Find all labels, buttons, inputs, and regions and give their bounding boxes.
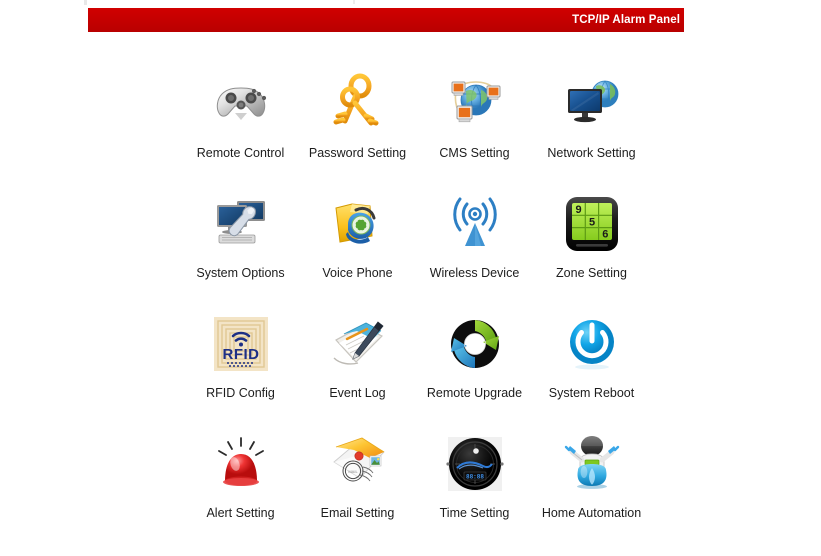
menu-item-cms-setting[interactable]: CMS Setting: [416, 72, 533, 192]
monitor-globe-icon: [560, 72, 624, 136]
menu-item-voice-phone[interactable]: Voice Phone: [299, 192, 416, 312]
menu-item-label: Wireless Device: [429, 266, 520, 280]
menu-item-label: Home Automation: [541, 506, 642, 520]
rfid-tag-icon: RFID: [209, 312, 273, 376]
menu-item-system-options[interactable]: System Options: [182, 192, 299, 312]
menu-item-password-setting[interactable]: Password Setting: [299, 72, 416, 192]
menu-item-label: RFID Config: [206, 386, 275, 400]
gamepad-icon: [209, 72, 273, 136]
svg-text:5: 5: [588, 216, 594, 228]
menu-item-time-setting[interactable]: 88:88 Time Setting: [416, 432, 533, 552]
robot-icon: [560, 432, 624, 496]
svg-text:6: 6: [602, 229, 608, 241]
top-edge-artifact: [84, 0, 87, 5]
top-edge-artifact-secondary: [353, 0, 355, 4]
keypad-grid-icon: 9 5 6: [560, 192, 624, 256]
network-globe-computers-icon: [443, 72, 507, 136]
menu-item-label: Time Setting: [439, 506, 510, 520]
antenna-signal-icon: [443, 192, 507, 256]
menu-item-label: Voice Phone: [322, 266, 393, 280]
menu-item-wireless-device[interactable]: Wireless Device: [416, 192, 533, 312]
menu-item-label: Remote Control: [196, 146, 285, 160]
monitors-wrench-icon: [209, 192, 273, 256]
menu-item-label: Remote Upgrade: [426, 386, 523, 400]
menu-item-label: Zone Setting: [556, 266, 627, 280]
svg-text:9: 9: [575, 204, 581, 216]
menu-item-label: System Options: [196, 266, 285, 280]
svg-text:MAIL: MAIL: [348, 469, 358, 474]
menu-item-label: Network Setting: [547, 146, 636, 160]
watch-clock-icon: 88:88: [443, 432, 507, 496]
menu-item-rfid-config[interactable]: RFID RFID Config: [182, 312, 299, 432]
menu-item-label: Password Setting: [308, 146, 407, 160]
menu-item-label: CMS Setting: [439, 146, 510, 160]
menu-item-label: System Reboot: [548, 386, 635, 400]
menu-item-home-automation[interactable]: Home Automation: [533, 432, 650, 552]
menu-item-alert-setting[interactable]: Alert Setting: [182, 432, 299, 552]
circular-arrows-icon: [443, 312, 507, 376]
main-menu-grid: Remote Control Password Setting CMS Sett…: [182, 72, 652, 552]
siren-light-icon: [209, 432, 273, 496]
menu-item-label: Alert Setting: [206, 506, 275, 520]
menu-item-email-setting[interactable]: MAIL Email Setting: [299, 432, 416, 552]
menu-item-label: Event Log: [329, 386, 386, 400]
keys-icon: [326, 72, 390, 136]
menu-item-network-setting[interactable]: Network Setting: [533, 72, 650, 192]
menu-item-remote-upgrade[interactable]: Remote Upgrade: [416, 312, 533, 432]
svg-text:88:88: 88:88: [465, 473, 483, 480]
page-title-bar: TCP/IP Alarm Panel: [88, 8, 684, 32]
folder-phone-icon: [326, 192, 390, 256]
menu-item-label: Email Setting: [320, 506, 395, 520]
notepad-pen-icon: [326, 312, 390, 376]
menu-item-event-log[interactable]: Event Log: [299, 312, 416, 432]
menu-item-zone-setting[interactable]: 9 5 6 Zone Setting: [533, 192, 650, 312]
menu-item-system-reboot[interactable]: System Reboot: [533, 312, 650, 432]
svg-text:RFID: RFID: [222, 346, 259, 363]
power-button-icon: [560, 312, 624, 376]
envelope-stamp-icon: MAIL: [326, 432, 390, 496]
menu-item-remote-control[interactable]: Remote Control: [182, 72, 299, 192]
page-title: TCP/IP Alarm Panel: [572, 14, 680, 26]
